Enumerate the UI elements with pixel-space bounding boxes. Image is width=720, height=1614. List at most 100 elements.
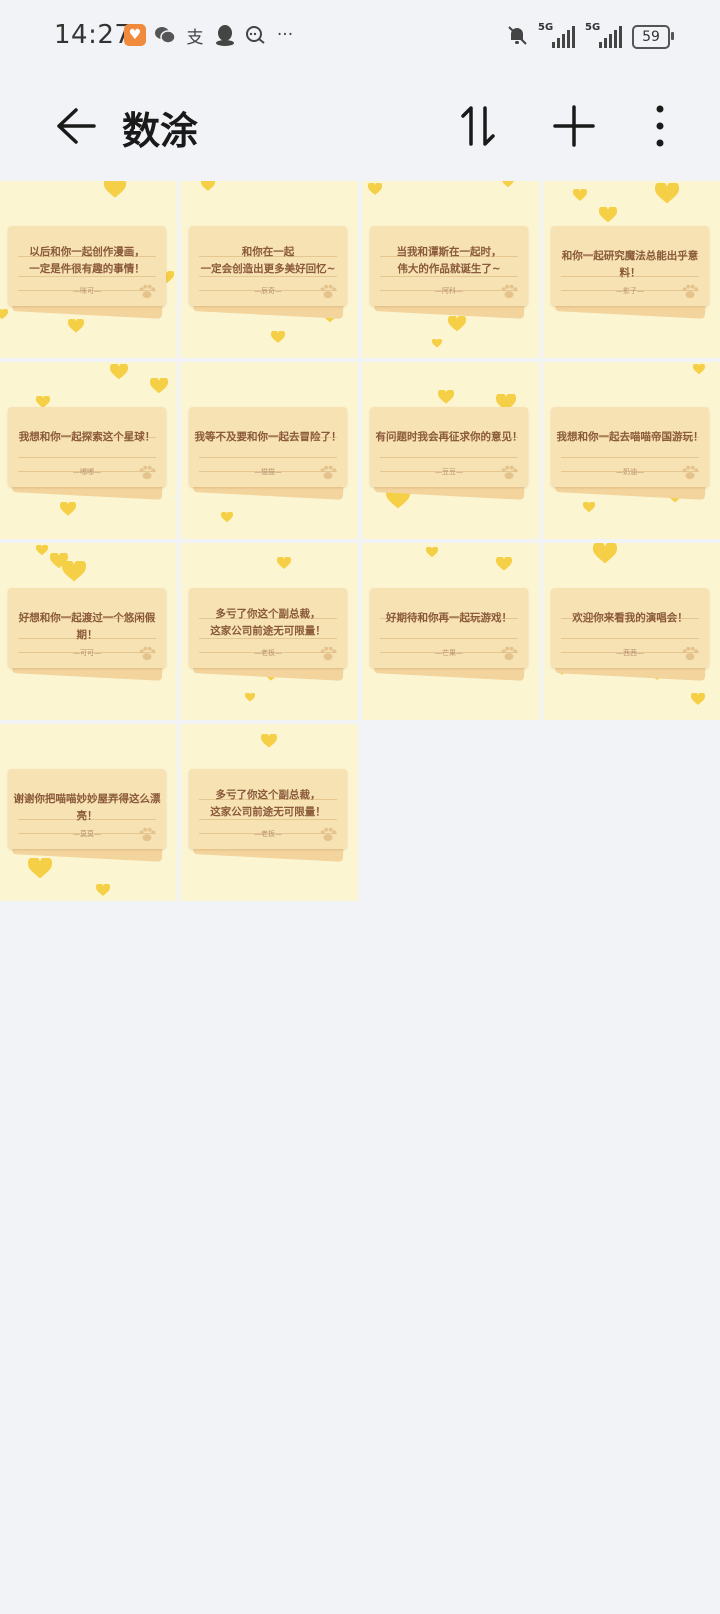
image-tile[interactable]: 多亏了你这个副总裁， 这家公司前途无可限量！ —老板—	[181, 543, 358, 720]
card-line	[380, 457, 518, 458]
image-tile[interactable]: 以后和你一起创作漫画， 一定是件很有趣的事情！ —咪可—	[0, 181, 177, 358]
paw-icon	[501, 284, 518, 299]
wechat-icon	[154, 24, 176, 46]
heart-icon	[36, 545, 48, 556]
more-dots-icon: ···	[276, 25, 294, 45]
notification-icons: ♥ 支 ···	[124, 24, 296, 48]
card-message: 多亏了你这个副总裁， 这家公司前途无可限量！	[210, 608, 326, 637]
message-card: 有问题时我会再征求你的意见！ —豆豆—	[370, 407, 528, 487]
card-message: 我想和你一起去喵喵帝国游玩！	[556, 431, 704, 443]
heart-icon	[583, 502, 595, 513]
paw-icon	[139, 827, 156, 842]
image-tile[interactable]: 当我和谭斯在一起时， 伟大的作品就诞生了~ —阿科—	[362, 181, 539, 358]
signal-1-icon: 5G	[538, 22, 575, 48]
card-message: 好想和你一起渡过一个悠闲假期！	[18, 612, 156, 641]
message-card: 和你一起研究魔法总能出乎意料！ —影子—	[551, 226, 709, 306]
card-message: 欢迎你来看我的演唱会！	[572, 612, 688, 624]
heart-icon	[573, 189, 587, 201]
heart-icon	[104, 181, 126, 198]
paw-icon	[139, 646, 156, 661]
card-message: 以后和你一起创作漫画， 一定是件很有趣的事情！	[29, 246, 145, 275]
card-line	[199, 457, 337, 458]
heart-icon	[271, 331, 285, 343]
paw-icon	[320, 646, 337, 661]
card-message: 我想和你一起探索这个星球！	[18, 431, 156, 443]
image-tile[interactable]: 欢迎你来看我的演唱会！ —茜茜—	[543, 543, 720, 720]
heart-icon	[438, 390, 454, 404]
heart-icon	[68, 319, 84, 333]
heart-icon	[426, 547, 438, 558]
card-message: 好期待和你再一起玩游戏！	[386, 612, 512, 624]
image-grid: 以后和你一起创作漫画， 一定是件很有趣的事情！ —咪可— 和你在一起 一定会创造出更…	[0, 181, 720, 901]
app-shield-icon: ♥	[124, 24, 146, 46]
message-card: 我想和你一起探索这个星球！ —嘟嘟—	[8, 407, 166, 487]
page-title: 数涂	[122, 109, 199, 153]
image-tile[interactable]: 我想和你一起探索这个星球！ —嘟嘟—	[0, 362, 177, 539]
paw-icon	[320, 827, 337, 842]
heart-icon	[448, 316, 466, 332]
alipay-icon: 支	[186, 27, 204, 48]
message-card: 和你在一起 一定会创造出更多美好回忆~ —辰奇—	[189, 226, 347, 306]
heart-icon	[599, 207, 617, 223]
back-button[interactable]	[46, 96, 106, 156]
add-button[interactable]	[544, 96, 604, 156]
battery-icon: 59	[632, 25, 674, 49]
image-tile[interactable]: 我等不及要和你一起去冒险了！ —猫猫—	[181, 362, 358, 539]
card-message: 和你一起研究魔法总能出乎意料！	[561, 250, 699, 279]
image-tile[interactable]: 好期待和你再一起玩游戏！ —芒果—	[362, 543, 539, 720]
card-line	[561, 457, 699, 458]
heart-icon	[655, 183, 679, 204]
card-message: 多亏了你这个副总裁， 这家公司前途无可限量！	[210, 789, 326, 818]
image-tile[interactable]: 好想和你一起渡过一个悠闲假期！ —可可—	[0, 543, 177, 720]
heart-icon	[261, 734, 277, 748]
arrow-left-icon	[57, 108, 96, 144]
message-card: 我想和你一起去喵喵帝国游玩！ —奶油—	[551, 407, 709, 487]
paw-icon	[320, 284, 337, 299]
heart-icon	[593, 543, 617, 564]
more-options-button[interactable]	[630, 96, 690, 156]
heart-icon	[496, 557, 512, 571]
image-tile[interactable]: 有问题时我会再征求你的意见！ —豆豆—	[362, 362, 539, 539]
app-bar: 数涂	[0, 78, 720, 174]
system-icons: 5G 5G 59	[506, 22, 674, 50]
heart-icon	[62, 561, 86, 582]
heart-icon	[110, 364, 128, 380]
card-message: 我等不及要和你一起去冒险了！	[194, 431, 342, 443]
heart-icon	[150, 378, 168, 394]
card-message: 谢谢你把喵喵妙妙屋弄得这么漂亮！	[13, 793, 161, 822]
paw-icon	[501, 465, 518, 480]
message-card: 以后和你一起创作漫画， 一定是件很有趣的事情！ —咪可—	[8, 226, 166, 306]
heart-icon	[368, 183, 382, 195]
heart-icon	[693, 364, 705, 375]
card-message: 当我和谭斯在一起时， 伟大的作品就诞生了~	[396, 246, 502, 275]
image-tile[interactable]: 我想和你一起去喵喵帝国游玩！ —奶油—	[543, 362, 720, 539]
sort-button[interactable]	[448, 96, 508, 156]
image-tile[interactable]: 多亏了你这个副总裁， 这家公司前途无可限量！ —老板—	[181, 724, 358, 901]
heart-icon	[502, 181, 514, 188]
heart-icon	[201, 181, 215, 191]
image-tile[interactable]: 和你在一起 一定会创造出更多美好回忆~ —辰奇—	[181, 181, 358, 358]
image-tile[interactable]: 谢谢你把喵喵妙妙屋弄得这么漂亮！ —莫莫—	[0, 724, 177, 901]
card-message: 和你在一起 一定会创造出更多美好回忆~	[200, 246, 336, 275]
more-vertical-icon	[656, 105, 664, 147]
message-card: 我等不及要和你一起去冒险了！ —猫猫—	[189, 407, 347, 487]
message-card: 好期待和你再一起玩游戏！ —芒果—	[370, 588, 528, 668]
card-line	[380, 638, 518, 639]
plus-icon	[553, 105, 595, 147]
qq-icon	[214, 24, 236, 46]
message-card: 多亏了你这个副总裁， 这家公司前途无可限量！ —老板—	[189, 769, 347, 849]
paw-icon	[682, 646, 699, 661]
status-bar: 14:27 ♥ 支 ··· 5G 5G 59	[0, 0, 720, 78]
heart-icon	[96, 884, 110, 896]
heart-icon	[432, 339, 442, 348]
heart-icon	[245, 693, 255, 702]
mute-bell-icon	[506, 24, 528, 50]
status-time: 14:27	[54, 20, 132, 50]
paw-icon	[139, 465, 156, 480]
heart-icon	[60, 502, 76, 516]
image-tile[interactable]: 和你一起研究魔法总能出乎意料！ —影子—	[543, 181, 720, 358]
chat-bubble-icon	[244, 24, 266, 46]
paw-icon	[501, 646, 518, 661]
message-card: 谢谢你把喵喵妙妙屋弄得这么漂亮！ —莫莫—	[8, 769, 166, 849]
message-card: 好想和你一起渡过一个悠闲假期！ —可可—	[8, 588, 166, 668]
